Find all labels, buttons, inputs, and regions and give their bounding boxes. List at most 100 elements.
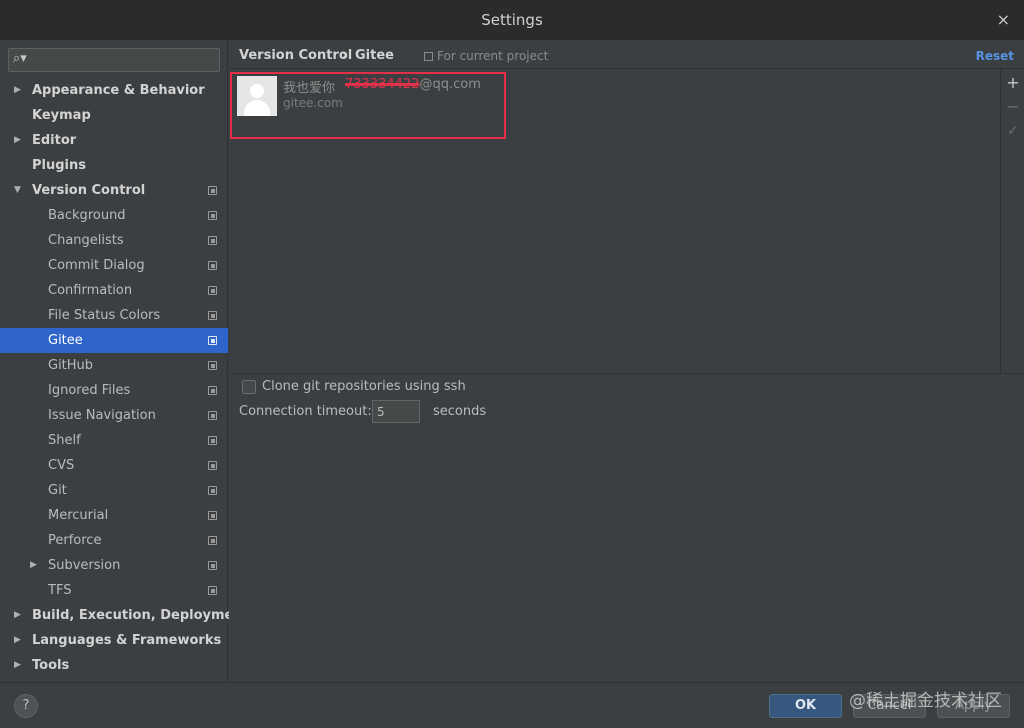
chevron-right-icon[interactable]: ▶ — [14, 653, 21, 678]
settings-tree: ▶ Appearance & Behavior Keymap ▶ Editor … — [0, 78, 249, 678]
sidebar-item-label: Editor — [32, 133, 77, 148]
sidebar-item-label: Shelf — [48, 433, 81, 448]
account-row[interactable]: 我也爱你 733334422@qq.com gitee.com — [230, 72, 506, 139]
breadcrumb-parent[interactable]: Version Control — [239, 48, 352, 63]
watermark: @稀土掘金技术社区 — [849, 691, 1002, 711]
sidebar-item-label: Git — [48, 483, 67, 498]
scope-label: For current project — [437, 49, 549, 63]
clone-ssh-checkbox[interactable] — [242, 380, 256, 394]
project-scope-icon — [208, 386, 217, 395]
project-scope-icon — [208, 186, 217, 195]
project-scope-icon — [208, 336, 217, 345]
breadcrumb-separator-icon: › — [342, 48, 348, 63]
sidebar-item-label: Tools — [32, 658, 70, 673]
sidebar-item-mercurial[interactable]: Mercurial — [0, 503, 228, 528]
sidebar-item-perforce[interactable]: Perforce — [0, 528, 228, 553]
project-scope-icon — [208, 561, 217, 570]
chevron-right-icon[interactable]: ▶ — [14, 128, 21, 153]
sidebar-item-plugins[interactable]: Plugins — [0, 153, 228, 178]
chevron-down-icon[interactable]: ▼ — [14, 178, 21, 203]
sidebar-item-github[interactable]: GitHub — [0, 353, 228, 378]
timeout-label: Connection timeout: — [239, 404, 372, 419]
sidebar-item-label: Gitee — [48, 333, 83, 348]
sidebar-item-gitee[interactable]: Gitee — [0, 328, 228, 353]
project-scope-icon — [208, 236, 217, 245]
project-scope-icon — [208, 536, 217, 545]
ok-button[interactable]: OK — [769, 694, 842, 718]
sidebar-item-label: Ignored Files — [48, 383, 131, 398]
sidebar-item-label: Background — [48, 208, 126, 223]
sidebar-item-cvs[interactable]: CVS — [0, 453, 228, 478]
remove-icon[interactable]: − — [1001, 97, 1024, 116]
sidebar-item-confirmation[interactable]: Confirmation — [0, 278, 228, 303]
project-scope-icon — [208, 436, 217, 445]
sidebar-item-label: Changelists — [48, 233, 124, 248]
breadcrumb-current: Gitee — [355, 48, 394, 63]
project-scope-icon — [208, 361, 217, 370]
sidebar-item-label: GitHub — [48, 358, 94, 373]
add-icon[interactable]: + — [1001, 73, 1024, 92]
sidebar-item-keymap[interactable]: Keymap — [0, 103, 228, 128]
project-scope-icon — [208, 511, 217, 520]
timeout-input[interactable] — [372, 400, 420, 423]
sidebar-item-file-status-colors[interactable]: File Status Colors — [0, 303, 228, 328]
project-scope-icon — [208, 411, 217, 420]
project-scope-icon — [208, 461, 217, 470]
accounts-list[interactable]: 我也爱你 733334422@qq.com gitee.com — [229, 68, 1000, 374]
project-scope-icon — [208, 311, 217, 320]
sidebar-item-tfs[interactable]: TFS — [0, 578, 228, 603]
settings-content: Version Control › Gitee For current proj… — [229, 40, 1024, 682]
sidebar-item-label: Perforce — [48, 533, 102, 548]
timeout-unit: seconds — [433, 404, 487, 419]
sidebar-item-issue-navigation[interactable]: Issue Navigation — [0, 403, 228, 428]
help-icon[interactable]: ? — [14, 694, 38, 718]
sidebar-item-editor[interactable]: ▶ Editor — [0, 128, 228, 153]
sidebar-item-tools[interactable]: ▶ Tools — [0, 653, 228, 678]
sidebar-item-git[interactable]: Git — [0, 478, 228, 503]
sidebar-item-label: Version Control — [32, 183, 146, 198]
sidebar-item-build-execution-deployment[interactable]: ▶ Build, Execution, Deployment — [0, 603, 249, 628]
sidebar-item-commit-dialog[interactable]: Commit Dialog — [0, 253, 228, 278]
chevron-right-icon[interactable]: ▶ — [30, 553, 37, 578]
sidebar-item-label: Languages & Frameworks — [32, 633, 222, 648]
search-input[interactable]: ⌕▾ — [8, 48, 220, 72]
sidebar-item-label: TFS — [48, 583, 72, 598]
settings-sidebar: ⌕▾ ▶ Appearance & Behavior Keymap ▶ Edit… — [0, 40, 249, 682]
sidebar-item-languages-frameworks[interactable]: ▶ Languages & Frameworks — [0, 628, 228, 653]
chevron-right-icon[interactable]: ▶ — [14, 628, 21, 653]
sidebar-item-subversion[interactable]: ▶ Subversion — [0, 553, 228, 578]
project-scope-icon — [208, 586, 217, 595]
sidebar-item-ignored-files[interactable]: Ignored Files — [0, 378, 228, 403]
sidebar-item-label: File Status Colors — [48, 308, 161, 323]
project-scope-icon — [208, 261, 217, 270]
dialog-footer: ? OK Cancel Apply @稀土掘金技术社区 — [0, 682, 1024, 728]
annotation-highlight-box — [230, 72, 506, 139]
sidebar-item-label: Confirmation — [48, 283, 133, 298]
scope-note: For current project — [424, 49, 548, 63]
close-icon[interactable]: × — [997, 10, 1010, 29]
sidebar-item-label: Mercurial — [48, 508, 109, 523]
sidebar-item-appearance-behavior[interactable]: ▶ Appearance & Behavior — [0, 78, 228, 103]
project-scope-icon — [208, 286, 217, 295]
sidebar-item-background[interactable]: Background — [0, 203, 228, 228]
check-icon[interactable]: ✓ — [1001, 123, 1024, 139]
sidebar-item-changelists[interactable]: Changelists — [0, 228, 228, 253]
clone-ssh-label[interactable]: Clone git repositories using ssh — [262, 379, 466, 394]
chevron-right-icon[interactable]: ▶ — [14, 78, 21, 103]
project-scope-icon — [208, 211, 217, 220]
sidebar-item-label: Issue Navigation — [48, 408, 156, 423]
sidebar-item-version-control[interactable]: ▼ Version Control — [0, 178, 228, 203]
search-icon: ⌕▾ — [13, 51, 27, 66]
sidebar-item-label: Subversion — [48, 558, 121, 573]
accounts-toolbar: + − ✓ — [1000, 68, 1024, 374]
reset-link[interactable]: Reset — [976, 49, 1014, 63]
sidebar-item-label: Plugins — [32, 158, 86, 173]
chevron-right-icon[interactable]: ▶ — [14, 603, 21, 628]
sidebar-item-label: Commit Dialog — [48, 258, 145, 273]
connection-timeout: Connection timeout: seconds — [239, 400, 639, 424]
sidebar-item-label: Keymap — [32, 108, 91, 123]
sidebar-item-shelf[interactable]: Shelf — [0, 428, 228, 453]
project-scope-icon — [424, 52, 433, 61]
sidebar-item-label: Appearance & Behavior — [32, 83, 205, 98]
project-scope-icon — [208, 486, 217, 495]
